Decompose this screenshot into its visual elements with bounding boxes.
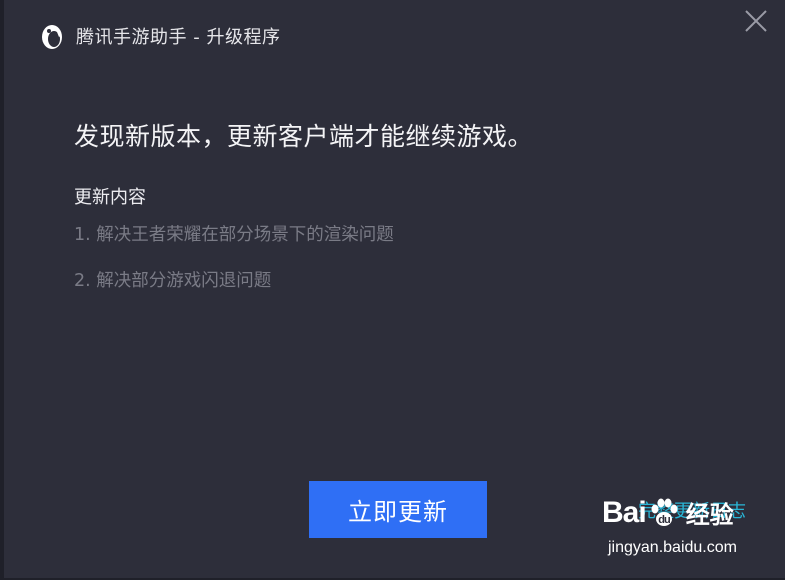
update-now-button[interactable]: 立即更新 <box>309 481 487 538</box>
release-notes-list: 1. 解决王者荣耀在部分场景下的渲染问题 2. 解决部分游戏闪退问题 <box>74 225 394 317</box>
close-button[interactable] <box>743 8 769 34</box>
close-x-icon <box>745 10 767 32</box>
upgrade-dialog: 腾讯手游助手 - 升级程序 发现新版本，更新客户端才能继续游戏。 更新内容 1.… <box>0 0 785 580</box>
window-title: 腾讯手游助手 - 升级程序 <box>76 27 281 48</box>
penguin-logo-icon <box>42 25 62 49</box>
update-content-label: 更新内容 <box>74 187 146 208</box>
update-headline: 发现新版本，更新客户端才能继续游戏。 <box>74 122 534 151</box>
watermark-url: jingyan.baidu.com <box>608 539 737 556</box>
title-bar: 腾讯手游助手 - 升级程序 <box>38 16 280 56</box>
full-changelog-link[interactable]: 完整更新日志 <box>638 497 746 523</box>
release-note-item: 2. 解决部分游戏闪退问题 <box>74 271 272 291</box>
release-note-item: 1. 解决王者荣耀在部分场景下的渲染问题 <box>74 225 394 245</box>
